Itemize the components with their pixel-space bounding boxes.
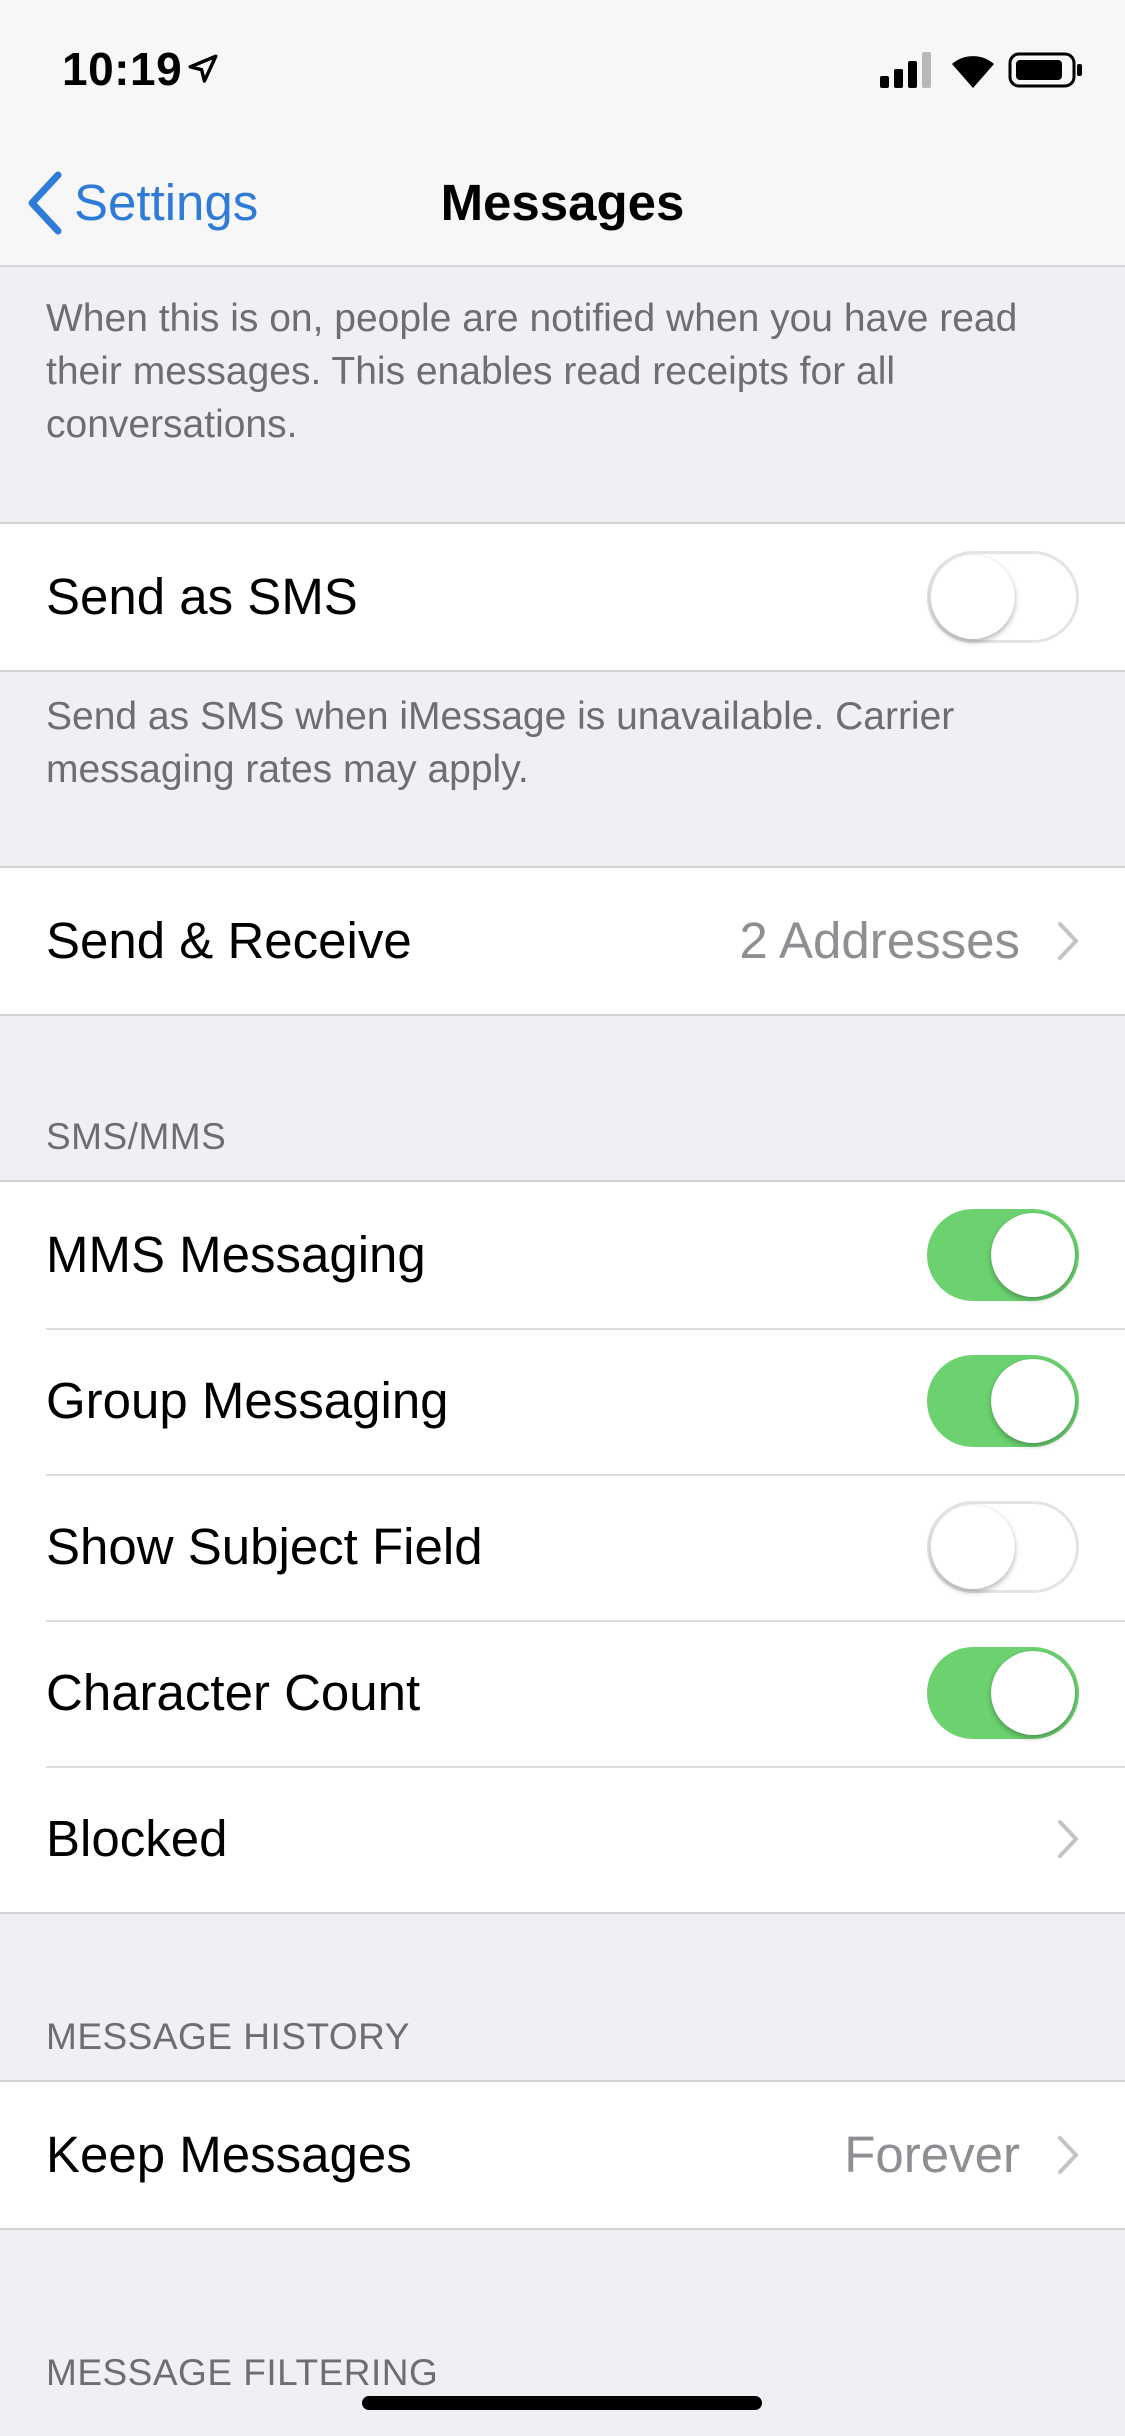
mms-messaging-label: MMS Messaging — [46, 1226, 426, 1283]
message-history-group: Keep Messages Forever — [0, 2080, 1125, 2230]
send-as-sms-group: Send as SMS — [0, 522, 1125, 672]
message-filtering-header: MESSAGE FILTERING — [46, 2352, 439, 2393]
battery-icon — [1008, 52, 1082, 88]
blocked-label: Blocked — [46, 1810, 228, 1867]
group-messaging-row: Group Messaging — [0, 1328, 1125, 1474]
group-messaging-toggle[interactable] — [927, 1355, 1079, 1447]
mms-messaging-toggle[interactable] — [927, 1209, 1079, 1301]
character-count-toggle[interactable] — [927, 1647, 1079, 1739]
sms-mms-header: SMS/MMS — [46, 1116, 227, 1157]
show-subject-field-label: Show Subject Field — [46, 1518, 483, 1575]
character-count-label: Character Count — [46, 1664, 421, 1721]
toggle-knob — [991, 1651, 1075, 1735]
blocked-row[interactable]: Blocked — [0, 1766, 1125, 1912]
send-receive-row[interactable]: Send & Receive 2 Addresses — [0, 868, 1125, 1014]
keep-messages-value: Forever — [844, 2126, 1020, 2183]
mms-messaging-row: MMS Messaging — [0, 1182, 1125, 1328]
home-indicator[interactable] — [362, 2396, 762, 2410]
message-history-header: MESSAGE HISTORY — [46, 2016, 410, 2057]
show-subject-field-row: Show Subject Field — [0, 1474, 1125, 1620]
chevron-right-icon — [1058, 1820, 1078, 1858]
page-title: Messages — [440, 174, 685, 231]
sms-mms-group: MMS Messaging Group Messaging Show Subje… — [0, 1180, 1125, 1914]
status-bar: 10:19 — [0, 0, 1125, 140]
keep-messages-label: Keep Messages — [46, 2126, 412, 2183]
status-time: 10:19 — [62, 43, 183, 95]
send-receive-label: Send & Receive — [46, 912, 412, 969]
send-as-sms-label: Send as SMS — [46, 568, 358, 625]
show-subject-field-toggle[interactable] — [927, 1501, 1079, 1593]
character-count-row: Character Count — [0, 1620, 1125, 1766]
location-arrow-icon — [188, 54, 218, 83]
chevron-right-icon — [1058, 2136, 1078, 2174]
send-as-sms-row: Send as SMS — [0, 524, 1125, 670]
read-receipts-footer: When this is on, people are notified whe… — [46, 297, 1018, 446]
group-messaging-label: Group Messaging — [46, 1372, 449, 1429]
toggle-knob — [991, 1359, 1075, 1443]
chevron-right-icon — [1058, 922, 1078, 960]
toggle-knob — [931, 555, 1015, 639]
send-as-sms-footer: Send as SMS when iMessage is unavailable… — [46, 695, 955, 791]
toggle-knob — [991, 1213, 1075, 1297]
keep-messages-row[interactable]: Keep Messages Forever — [0, 2082, 1125, 2228]
wifi-icon — [952, 56, 994, 88]
toggle-knob — [931, 1505, 1015, 1589]
send-as-sms-toggle[interactable] — [927, 551, 1079, 643]
cellular-signal-icon — [880, 52, 931, 88]
send-receive-value: 2 Addresses — [739, 912, 1020, 969]
navigation-bar: Settings Messages — [0, 140, 1125, 267]
send-receive-group: Send & Receive 2 Addresses — [0, 866, 1125, 1016]
